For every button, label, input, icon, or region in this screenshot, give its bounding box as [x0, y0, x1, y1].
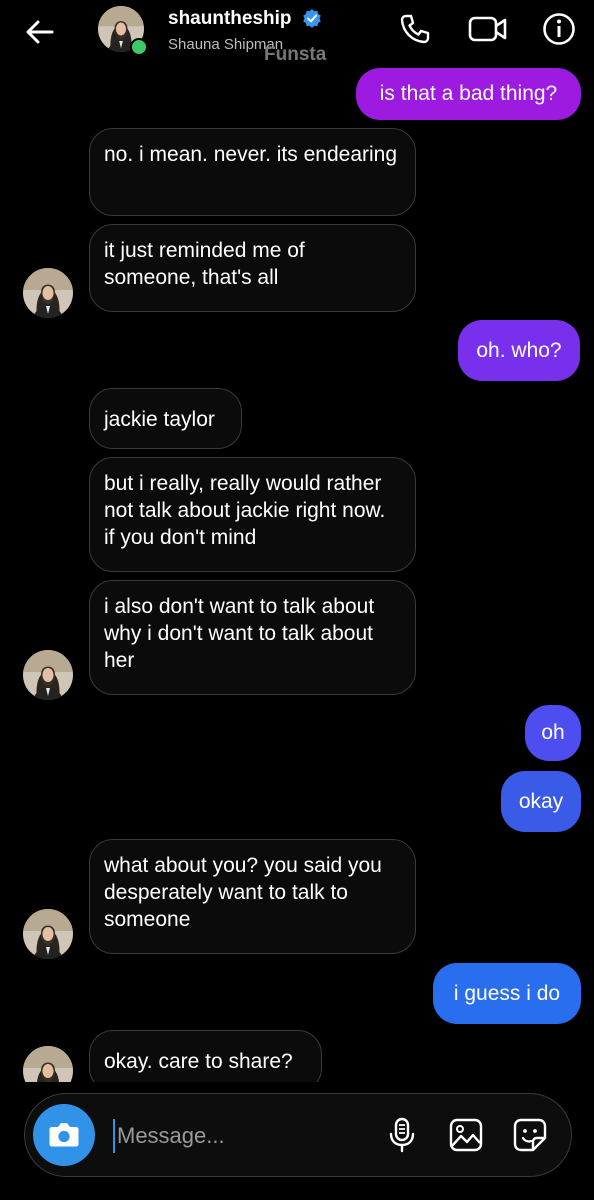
contact-username[interactable]: shauntheship: [168, 8, 292, 30]
sticker-icon[interactable]: [511, 1116, 549, 1154]
chat-header: shauntheship Shauna Shipman Funsta: [0, 0, 594, 66]
video-camera-icon[interactable]: [468, 12, 508, 46]
microphone-icon[interactable]: [383, 1116, 421, 1154]
back-arrow-icon[interactable]: [22, 14, 58, 50]
contact-avatar[interactable]: [23, 1046, 73, 1082]
message-input[interactable]: [117, 1118, 367, 1154]
incoming-message[interactable]: jackie taylor: [89, 388, 242, 449]
incoming-message[interactable]: no. i mean. never. its endearing: [89, 128, 416, 216]
camera-button[interactable]: [33, 1104, 95, 1166]
online-status-dot: [130, 38, 148, 56]
outgoing-message[interactable]: okay: [501, 771, 581, 832]
gallery-icon[interactable]: [447, 1116, 485, 1154]
incoming-message[interactable]: but i really, really would rather not ta…: [89, 457, 416, 572]
contact-avatar[interactable]: [23, 909, 73, 959]
message-composer: [24, 1093, 572, 1177]
outgoing-message[interactable]: is that a bad thing?: [356, 68, 581, 120]
incoming-message[interactable]: what about you? you said you desperately…: [89, 839, 416, 954]
phone-icon[interactable]: [398, 12, 432, 46]
incoming-message[interactable]: i also don't want to talk about why i do…: [89, 580, 416, 695]
outgoing-message[interactable]: oh. who?: [458, 320, 580, 381]
incoming-message[interactable]: okay. care to share?: [89, 1030, 322, 1082]
text-cursor: [113, 1119, 115, 1153]
watermark-text: Funsta: [264, 44, 327, 65]
info-icon[interactable]: [542, 12, 576, 46]
outgoing-message[interactable]: oh: [525, 705, 581, 761]
outgoing-message[interactable]: i guess i do: [433, 963, 581, 1024]
camera-icon: [49, 1123, 79, 1147]
clipped-message-area: okay. care to share?: [0, 1028, 594, 1082]
contact-avatar[interactable]: [23, 650, 73, 700]
verified-badge-icon: [303, 9, 321, 28]
contact-avatar[interactable]: [23, 268, 73, 318]
incoming-message[interactable]: it just reminded me of someone, that's a…: [89, 224, 416, 312]
